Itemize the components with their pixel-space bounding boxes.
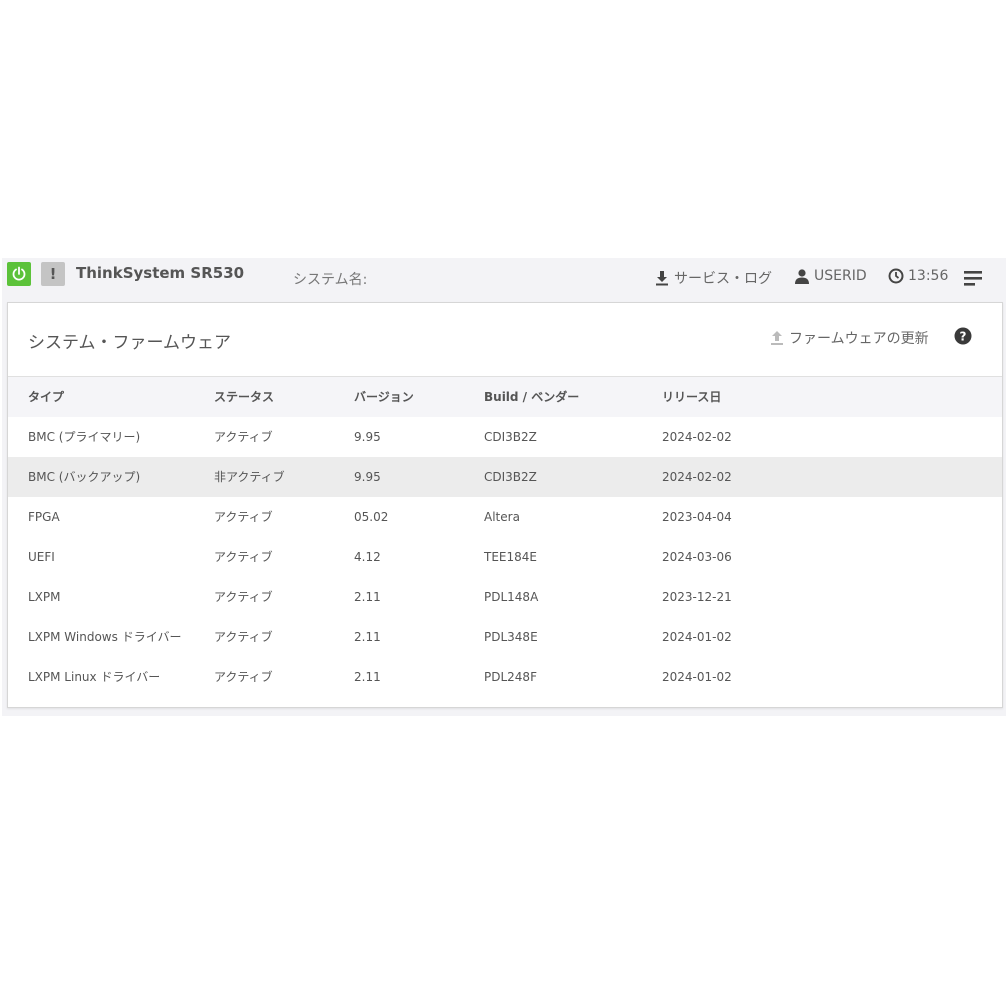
cell-build: TEE184E: [484, 549, 537, 564]
service-log-button[interactable]: サービス・ログ: [654, 268, 772, 288]
card-title: システム・ファームウェア: [28, 333, 231, 353]
col-release-header[interactable]: リリース日: [662, 377, 1002, 417]
power-button[interactable]: [7, 262, 31, 286]
cell-version: 4.12: [354, 549, 381, 564]
table-row[interactable]: LXPM Linux ドライバー アクティブ 2.11 PDL248F 2024…: [8, 657, 1002, 697]
col-build-header[interactable]: Build / ベンダー: [484, 377, 662, 417]
clock: 13:56: [888, 268, 948, 284]
cell-release: 2023-12-21: [662, 589, 732, 604]
cell-status: アクティブ: [214, 590, 273, 604]
cell-build: Altera: [484, 509, 520, 524]
svg-text:?: ?: [960, 330, 967, 344]
cell-build: CDI3B2Z: [484, 469, 537, 484]
cell-type: LXPM Linux ドライバー: [28, 670, 161, 684]
clock-icon: [888, 268, 904, 284]
firmware-card: システム・ファームウェア ファームウェアの更新 ? タイプ ステータス バージョ…: [7, 302, 1003, 708]
cell-status: アクティブ: [214, 550, 273, 564]
cell-release: 2024-02-02: [662, 429, 732, 444]
cell-release: 2024-02-02: [662, 469, 732, 484]
cell-version: 2.11: [354, 629, 381, 644]
product-name: ThinkSystem SR530: [76, 264, 245, 282]
user-name: USERID: [814, 268, 867, 284]
cell-build: PDL348E: [484, 629, 538, 644]
cell-release: 2024-01-02: [662, 629, 732, 644]
cell-version: 9.95: [354, 469, 381, 484]
firmware-update-label: ファームウェアの更新: [789, 331, 929, 347]
service-log-label: サービス・ログ: [674, 271, 772, 287]
help-icon[interactable]: ?: [954, 327, 972, 345]
power-icon: [12, 266, 26, 281]
user-menu[interactable]: USERID: [794, 268, 867, 284]
cell-release: 2024-03-06: [662, 549, 732, 564]
cell-build: PDL148A: [484, 589, 539, 604]
table-row[interactable]: LXPM アクティブ 2.11 PDL148A 2023-12-21: [8, 577, 1002, 617]
cell-type: FPGA: [28, 509, 60, 524]
table-row[interactable]: LXPM Windows ドライバー アクティブ 2.11 PDL348E 20…: [8, 617, 1002, 657]
cell-build: CDI3B2Z: [484, 429, 537, 444]
cell-release: 2024-01-02: [662, 669, 732, 684]
download-icon: [656, 271, 668, 286]
top-bar: ! ThinkSystem SR530 システム名: サービス・ログ USERI…: [2, 258, 1006, 302]
cell-type: BMC (バックアップ): [28, 470, 141, 484]
cell-version: 9.95: [354, 429, 381, 444]
clock-time: 13:56: [908, 268, 949, 284]
table-row[interactable]: UEFI アクティブ 4.12 TEE184E 2024-03-06: [8, 537, 1002, 577]
firmware-table: タイプ ステータス バージョン Build / ベンダー リリース日 BMC (…: [8, 376, 1002, 697]
cell-status: アクティブ: [214, 430, 273, 444]
firmware-update-button[interactable]: ファームウェアの更新: [769, 328, 929, 348]
table-row[interactable]: FPGA アクティブ 05.02 Altera 2023-04-04: [8, 497, 1002, 537]
cell-status: 非アクティブ: [214, 470, 285, 484]
user-icon: [795, 269, 809, 284]
table-header-row: タイプ ステータス バージョン Build / ベンダー リリース日: [8, 376, 1002, 417]
cell-release: 2023-04-04: [662, 509, 732, 524]
cell-type: LXPM Windows ドライバー: [28, 630, 182, 644]
cell-type: BMC (プライマリー): [28, 430, 141, 444]
col-version-header[interactable]: バージョン: [354, 377, 484, 417]
cell-version: 05.02: [354, 509, 389, 524]
col-status-header[interactable]: ステータス: [214, 377, 354, 417]
xcc-app: ! ThinkSystem SR530 システム名: サービス・ログ USERI…: [2, 258, 1006, 716]
menu-icon[interactable]: [964, 268, 982, 288]
cell-version: 2.11: [354, 669, 381, 684]
cell-type: LXPM: [28, 589, 61, 604]
cell-type: UEFI: [28, 549, 55, 564]
cell-status: アクティブ: [214, 510, 273, 524]
cell-status: アクティブ: [214, 670, 273, 684]
table-row[interactable]: BMC (バックアップ) 非アクティブ 9.95 CDI3B2Z 2024-02…: [8, 456, 1002, 497]
cell-build: PDL248F: [484, 669, 537, 684]
alert-button[interactable]: !: [41, 262, 65, 286]
upload-icon: [771, 331, 783, 345]
system-name-label: システム名:: [293, 272, 368, 288]
cell-version: 2.11: [354, 589, 381, 604]
table-row[interactable]: BMC (プライマリー) アクティブ 9.95 CDI3B2Z 2024-02-…: [8, 417, 1002, 457]
col-type-header[interactable]: タイプ: [8, 377, 214, 417]
cell-status: アクティブ: [214, 630, 273, 644]
